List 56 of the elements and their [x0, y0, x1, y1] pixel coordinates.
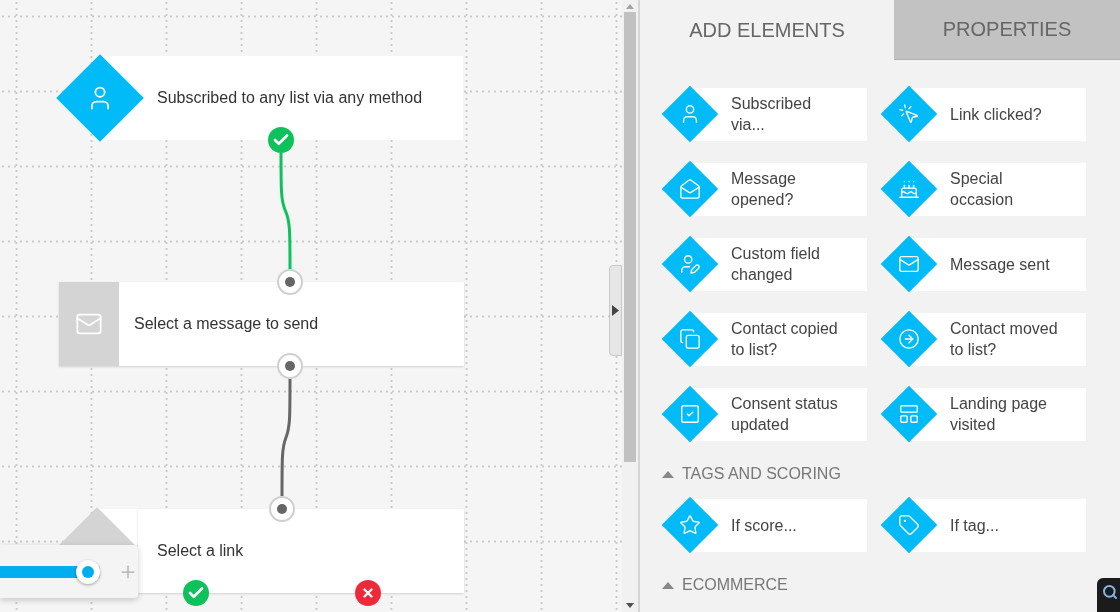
open-envelope-icon	[679, 178, 701, 200]
element-label: Contact moved to list?	[950, 319, 1059, 360]
element-card[interactable]: Landing page visited	[881, 388, 1086, 441]
section-header[interactable]: ECOMMERCE	[662, 576, 788, 594]
yes-port[interactable]	[268, 127, 294, 153]
element-label: If score...	[731, 515, 798, 536]
envelope-icon	[898, 253, 920, 275]
scroll-down-icon[interactable]	[626, 603, 634, 609]
connector-port[interactable]	[269, 496, 295, 522]
element-card[interactable]: Subscribed via...	[662, 88, 867, 141]
connector-port[interactable]	[277, 353, 303, 379]
element-label: Message opened?	[731, 169, 797, 210]
close-icon	[361, 586, 375, 600]
element-label: Link clicked?	[950, 104, 1043, 125]
scroll-up-icon[interactable]	[626, 3, 634, 9]
element-label: Subscribed via...	[731, 94, 813, 135]
element-card[interactable]: Contact copied to list?	[662, 313, 867, 366]
node-label: Subscribed to any list via any method	[157, 89, 423, 107]
element-card[interactable]: Special occasion	[881, 163, 1086, 216]
element-label: Message sent	[950, 254, 1051, 275]
collapse-panel-button[interactable]	[609, 265, 622, 356]
connector-port[interactable]	[277, 269, 303, 295]
element-card[interactable]: Link clicked?	[881, 88, 1086, 141]
element-card[interactable]: If tag...	[881, 499, 1086, 552]
node-label: Select a message to send	[134, 315, 319, 333]
element-label: Landing page visited	[950, 394, 1048, 435]
element-card[interactable]: Message sent	[881, 238, 1086, 291]
element-label: Special occasion	[950, 169, 1015, 210]
search-icon	[1102, 584, 1118, 600]
element-card[interactable]: Contact moved to list?	[881, 313, 1086, 366]
element-label: Contact copied to list?	[731, 319, 839, 360]
zoom-slider-thumb[interactable]	[76, 559, 100, 584]
copy-icon	[679, 328, 701, 350]
tag-icon	[898, 514, 920, 536]
layout-icon	[898, 403, 920, 425]
no-port[interactable]	[355, 580, 381, 606]
condition-node[interactable]: Select a link	[138, 509, 464, 593]
section-title: ECOMMERCE	[682, 576, 788, 594]
element-label: Consent status updated	[731, 394, 839, 435]
node-label: Select a link	[157, 542, 244, 560]
element-label: If tag...	[950, 515, 1000, 536]
element-label: Custom field changed	[731, 244, 821, 285]
action-node[interactable]: Select a message to send	[59, 282, 464, 366]
element-card[interactable]: Message opened?	[662, 163, 867, 216]
cursor-click-icon	[898, 103, 920, 125]
check-square-icon	[679, 403, 701, 425]
element-card[interactable]: If score...	[662, 499, 867, 552]
scrollbar-thumb[interactable]	[624, 12, 636, 462]
element-card[interactable]: Consent status updated	[662, 388, 867, 441]
element-card[interactable]: Custom field changed	[662, 238, 867, 291]
star-icon	[679, 514, 701, 536]
triangle-right-icon	[612, 305, 619, 316]
arrow-circle-icon	[898, 328, 920, 350]
yes-port[interactable]	[183, 580, 209, 606]
cake-icon	[898, 178, 920, 200]
trigger-node[interactable]: Subscribed to any list via any method	[56, 56, 463, 140]
